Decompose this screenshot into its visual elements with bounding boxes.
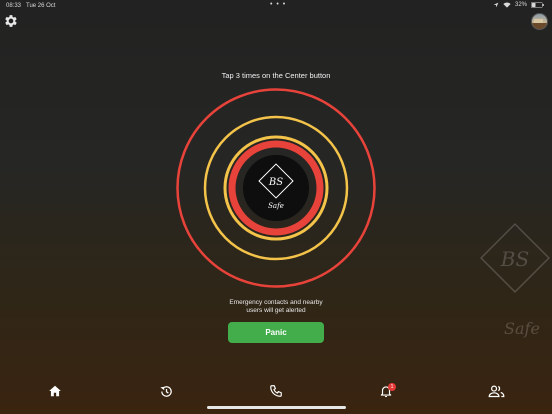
battery-percent: 32% (514, 2, 527, 8)
gear-icon (5, 15, 17, 27)
multitasking-dots[interactable]: • • • (270, 1, 286, 8)
profile-photo-icon (532, 19, 547, 29)
watermark-letters: BS (500, 247, 529, 271)
logo-script: Safe (268, 202, 284, 210)
avatar[interactable] (531, 13, 548, 30)
battery-icon (531, 2, 544, 8)
settings-button[interactable] (3, 13, 19, 29)
instruction-text: Tap 3 times on the Center button (221, 71, 331, 80)
tab-notifications[interactable]: 1 (375, 383, 397, 404)
bs-safe-logo: BS Safe (258, 163, 294, 210)
center-panic-button[interactable]: BS Safe (246, 158, 306, 218)
alert-line-1: Emergency contacts and nearby (229, 299, 323, 306)
location-icon (493, 2, 499, 8)
watermark-script: Safe (504, 319, 540, 338)
home-indicator[interactable] (207, 406, 346, 409)
tab-home[interactable] (44, 384, 66, 404)
status-date: Tue 26 Oct (26, 3, 56, 9)
history-icon (159, 386, 172, 397)
panic-button[interactable]: Panic (228, 322, 324, 343)
tab-history[interactable] (155, 384, 177, 404)
wifi-icon (503, 2, 511, 8)
logo-letters: BS (268, 177, 283, 188)
tab-call[interactable] (265, 384, 287, 404)
status-time: 08:33 (6, 3, 22, 9)
alert-line-2: users will get alerted (246, 307, 306, 314)
contacts-icon (488, 385, 504, 398)
status-indicators: 32% (493, 2, 544, 8)
watermark-logo: BS Safe (479, 222, 551, 338)
phone-icon (270, 385, 282, 397)
home-icon (49, 385, 61, 397)
tab-contacts[interactable] (485, 384, 507, 404)
status-bar: 08:33 Tue 26 Oct • • • 32% (0, 0, 552, 12)
notification-badge: 1 (388, 383, 396, 391)
alert-description: Emergency contacts and nearby users will… (0, 299, 552, 315)
